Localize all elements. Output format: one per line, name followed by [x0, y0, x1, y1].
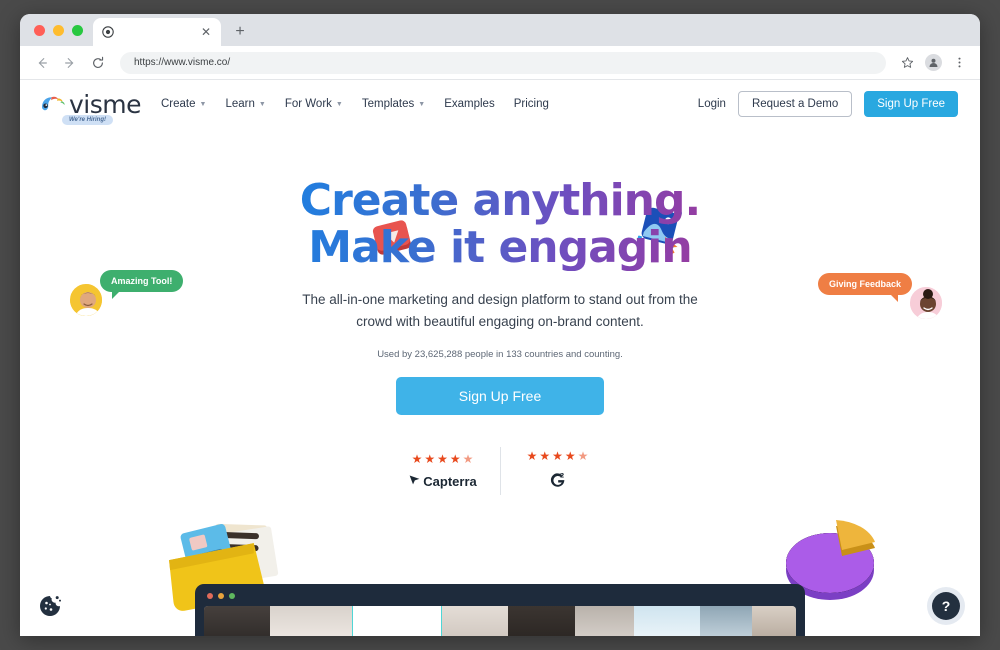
headline-line-1: Create anything. — [299, 175, 701, 226]
hero-cta-wrapper: Sign Up Free — [20, 377, 980, 416]
login-link[interactable]: Login — [698, 98, 726, 110]
address-bar[interactable]: https://www.visme.co/ — [120, 51, 886, 74]
hero-signup-button[interactable]: Sign Up Free — [396, 377, 604, 416]
address-bar-url: https://www.visme.co/ — [134, 57, 231, 68]
arrow-right-icon[interactable] — [58, 51, 82, 75]
star-rating: ★ ★ ★ ★ ★ — [412, 453, 474, 465]
star-icon: ★ — [564, 448, 576, 463]
brand-logo[interactable]: visme We're Hiring! — [40, 89, 142, 125]
mockup-dot-red — [207, 593, 213, 599]
mockup-dot-yellow — [218, 593, 224, 599]
browser-tab[interactable]: ✕ — [93, 18, 221, 46]
mockup-pane — [574, 606, 634, 636]
window-minimize-button[interactable] — [53, 24, 64, 36]
visme-chameleon-logo — [40, 94, 66, 114]
browser-tabstrip: ✕ + — [20, 14, 980, 46]
arrow-left-icon[interactable] — [30, 51, 54, 75]
chevron-down-icon: ▼ — [335, 100, 343, 108]
chevron-down-icon: ▼ — [258, 100, 266, 108]
capterra-brand: Capterra — [408, 473, 477, 489]
nav-label: Examples — [444, 98, 495, 110]
reload-icon[interactable] — [86, 51, 110, 75]
window-close-button[interactable] — [34, 24, 45, 36]
star-icon: ★ — [449, 452, 461, 467]
headline-line-2: Make it engagin — [308, 221, 692, 273]
nav-label: Pricing — [513, 98, 549, 110]
target-favicon — [101, 25, 115, 39]
new-tab-button[interactable]: + — [227, 19, 253, 45]
mockup-pane — [270, 606, 352, 636]
divider — [499, 447, 501, 496]
mockup-pane — [633, 606, 701, 636]
subhead-line-2: with beautiful engaging on-brand content… — [396, 313, 644, 329]
help-button[interactable]: ? — [932, 592, 960, 620]
nav-item-examples[interactable]: Examples — [444, 98, 495, 110]
window-maximize-button[interactable] — [72, 24, 83, 36]
nav-item-create[interactable]: Create ▼ — [161, 98, 206, 110]
site-header: visme We're Hiring! Create ▼ Learn ▼ For… — [20, 80, 980, 128]
hero-section: Create anything. Make it engagin The all… — [20, 128, 980, 496]
page-viewport: visme We're Hiring! Create ▼ Learn ▼ For… — [20, 80, 980, 636]
usage-stat: Used by 23,625,288 people in 133 countri… — [377, 349, 623, 361]
star-icon: ★ — [539, 448, 551, 463]
star-icon: ★ — [411, 452, 423, 467]
nav-label: For Work — [284, 98, 332, 110]
rating-g2[interactable]: ★ ★ ★ ★ ★ 2 — [509, 450, 607, 493]
header-actions: Login Request a Demo Sign Up Free — [698, 91, 958, 117]
request-demo-button[interactable]: Request a Demo — [737, 91, 853, 117]
nav-item-pricing[interactable]: Pricing — [514, 98, 549, 110]
header-signup-button[interactable]: Sign Up Free — [864, 91, 958, 117]
mockup-dot-green — [229, 593, 235, 599]
svg-text:2: 2 — [559, 472, 563, 479]
star-half-icon: ★ — [577, 448, 589, 463]
hero-subheadline: The all-in-one marketing and design plat… — [285, 289, 715, 332]
cookie-consent-icon[interactable] — [38, 594, 62, 618]
mockup-pane — [442, 606, 509, 636]
window-traffic-lights — [30, 14, 93, 46]
browser-window: ✕ + https://www.visme.co/ visme We're Hi… — [20, 14, 980, 636]
mockup-pane — [700, 606, 752, 636]
mockup-canvas — [204, 606, 796, 636]
page-title: Create anything. Make it engagin — [20, 178, 980, 271]
close-icon[interactable]: ✕ — [199, 25, 213, 39]
ratings-section: ★ ★ ★ ★ ★ Capterra ★ ★ ★ ★ ★ 2 — [20, 447, 980, 496]
app-preview-mockup — [195, 584, 805, 636]
hiring-badge[interactable]: We're Hiring! — [62, 114, 113, 125]
mockup-pane — [204, 606, 271, 636]
mockup-pane — [751, 606, 796, 636]
nav-item-templates[interactable]: Templates ▼ — [362, 98, 425, 110]
g2-logo-icon: 2 — [548, 470, 568, 493]
chevron-down-icon: ▼ — [199, 100, 207, 108]
nav-label: Create — [161, 98, 196, 110]
nav-item-for-work[interactable]: For Work ▼ — [285, 98, 343, 110]
star-icon: ★ — [437, 452, 448, 467]
nav-label: Learn — [225, 98, 255, 110]
brand-wordmark: visme — [69, 89, 142, 119]
rating-capterra[interactable]: ★ ★ ★ ★ ★ Capterra — [394, 453, 492, 489]
star-icon: ★ — [526, 448, 538, 463]
three-dot-menu-icon[interactable] — [948, 52, 970, 74]
g2-brand: 2 — [548, 470, 568, 493]
rating-brand-label: Capterra — [423, 473, 477, 489]
mockup-traffic-lights — [204, 592, 796, 606]
profile-avatar-icon[interactable] — [922, 52, 944, 74]
browser-toolbar: https://www.visme.co/ — [20, 46, 980, 80]
avatar — [924, 54, 942, 71]
star-icon[interactable] — [896, 52, 918, 74]
capterra-cursor-icon — [408, 473, 421, 489]
chevron-down-icon: ▼ — [418, 100, 426, 108]
mockup-pane — [508, 606, 575, 636]
star-icon: ★ — [424, 452, 436, 467]
mockup-pane — [351, 606, 442, 636]
main-navigation: Create ▼ Learn ▼ For Work ▼ Templates ▼ … — [161, 98, 549, 110]
nav-label: Templates — [361, 98, 415, 110]
star-rating: ★ ★ ★ ★ ★ — [527, 450, 589, 462]
star-icon: ★ — [552, 448, 563, 463]
star-half-icon: ★ — [462, 452, 474, 467]
nav-item-learn[interactable]: Learn ▼ — [225, 98, 265, 110]
